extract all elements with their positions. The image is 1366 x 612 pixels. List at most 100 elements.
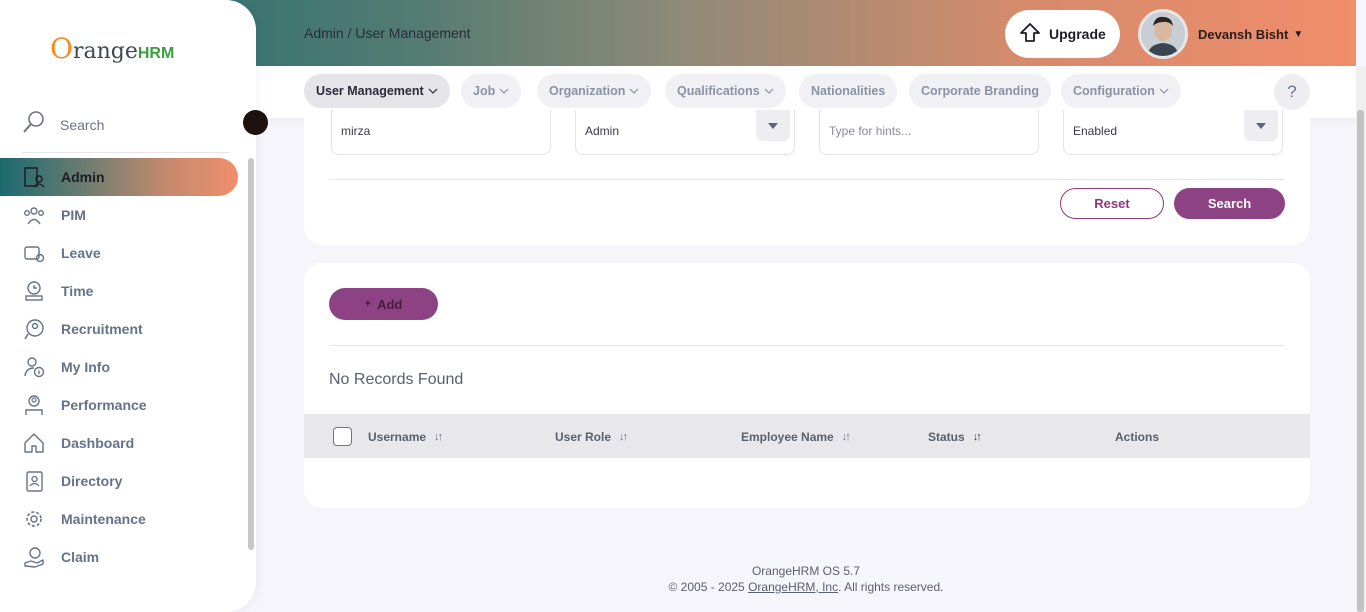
collapse-sidebar-button[interactable]	[243, 110, 268, 135]
add-label: Add	[377, 296, 403, 312]
sidebar-item-maintenance[interactable]: Maintenance	[0, 500, 238, 538]
sidebar: Orange HRM Search Admin PIM Leave Time Re…	[0, 0, 268, 612]
orangehrm-link[interactable]: OrangeHRM, Inc	[748, 580, 838, 594]
reset-button[interactable]: Reset	[1060, 188, 1164, 219]
dropdown-arrow-icon[interactable]	[756, 110, 790, 141]
column-label: Status	[928, 430, 965, 444]
column-label: User Role	[555, 430, 612, 444]
user-role-value: Admin	[585, 124, 620, 138]
chevron-down-icon	[499, 86, 509, 96]
status-select[interactable]: Enabled	[1063, 110, 1283, 155]
sidebar-item-pim[interactable]: PIM	[0, 196, 238, 234]
sidebar-item-claim[interactable]: Claim	[0, 538, 238, 576]
tab-qualifications[interactable]: Qualifications	[665, 74, 786, 108]
user-dropdown[interactable]: Devansh Bisht ▼	[1136, 7, 1310, 61]
chevron-down-icon	[1159, 86, 1169, 96]
column-status[interactable]: Status ↓↑	[928, 430, 982, 444]
tab-job[interactable]: Job	[461, 74, 522, 108]
chevron-down-icon	[764, 86, 774, 96]
logo-o: O	[50, 32, 73, 65]
sidebar-item-label: Maintenance	[61, 511, 146, 527]
performance-icon	[22, 393, 46, 417]
add-button[interactable]: + Add	[329, 288, 438, 320]
upgrade-label: Upgrade	[1049, 26, 1106, 42]
my-info-icon	[22, 355, 46, 379]
sidebar-item-directory[interactable]: Directory	[0, 462, 238, 500]
search-button[interactable]: Search	[1174, 188, 1285, 219]
tab-label: Corporate Branding	[921, 84, 1040, 98]
sidebar-item-admin[interactable]: Admin	[0, 158, 238, 196]
sidebar-item-label: PIM	[61, 207, 86, 223]
sidebar-item-performance[interactable]: Performance	[0, 386, 238, 424]
sidebar-item-label: Leave	[61, 245, 101, 261]
search-label: Search	[60, 116, 105, 133]
user-name: Devansh Bisht	[1198, 26, 1289, 42]
column-label: Employee Name	[741, 430, 834, 444]
sidebar-item-leave[interactable]: Leave	[0, 234, 238, 272]
upgrade-arrow-icon	[1019, 22, 1041, 47]
sidebar-item-label: Admin	[61, 169, 105, 185]
column-actions: Actions	[1115, 430, 1159, 444]
user-role-select[interactable]: Admin	[575, 110, 795, 155]
sidebar-item-label: Directory	[61, 473, 123, 489]
column-employee-name[interactable]: Employee Name ↓↑	[741, 430, 851, 444]
sidebar-item-recruitment[interactable]: Recruitment	[0, 310, 238, 348]
employee-name-input[interactable]: Type for hints...	[819, 110, 1039, 155]
table-header: Username ↓↑ User Role ↓↑ Employee Name ↓…	[304, 414, 1310, 458]
maintenance-icon	[22, 507, 46, 531]
sidebar-search[interactable]: Search	[22, 110, 104, 139]
username-input[interactable]: mirza	[331, 110, 551, 155]
sort-icon[interactable]: ↓↑	[973, 431, 982, 443]
help-button[interactable]: ?	[1274, 74, 1310, 110]
tab-label: User Management	[316, 84, 424, 98]
tab-label: Organization	[549, 84, 626, 98]
tab-label: Job	[473, 84, 496, 98]
copyright-prefix: © 2005 - 2025	[668, 580, 749, 594]
logo-hrm: HRM	[137, 45, 175, 62]
tab-nationalities[interactable]: Nationalities	[799, 74, 898, 108]
plus-icon: +	[364, 298, 372, 310]
tab-user-management[interactable]: User Management	[304, 74, 450, 108]
orangehrm-logo[interactable]: Orange HRM	[50, 32, 174, 65]
upgrade-button[interactable]: Upgrade	[1005, 10, 1120, 58]
records-card: + Add No Records Found Username ↓↑ User …	[304, 263, 1310, 508]
claim-icon	[22, 545, 46, 569]
caret-down-icon: ▼	[1293, 28, 1304, 40]
status-value: Enabled	[1073, 124, 1118, 138]
tab-organization[interactable]: Organization	[537, 74, 652, 108]
pim-icon	[22, 203, 46, 227]
sidebar-item-label: Claim	[61, 549, 100, 565]
sidebar-item-label: Performance	[61, 397, 147, 413]
search-icon	[22, 110, 46, 139]
avatar	[1138, 9, 1188, 59]
tab-configuration[interactable]: Configuration	[1061, 74, 1181, 108]
sort-icon[interactable]: ↓↑	[434, 431, 443, 443]
time-icon	[22, 279, 46, 303]
admin-icon	[22, 165, 46, 189]
chevron-down-icon	[629, 86, 639, 96]
column-username[interactable]: Username ↓↑	[368, 430, 443, 444]
tab-corporate-branding[interactable]: Corporate Branding	[909, 74, 1052, 108]
sidebar-item-label: Time	[61, 283, 94, 299]
sidebar-item-time[interactable]: Time	[0, 272, 238, 310]
divider	[329, 179, 1285, 180]
page-scrollbar-thumb[interactable]	[1357, 110, 1364, 612]
tab-label: Configuration	[1073, 84, 1155, 98]
sort-icon[interactable]: ↓↑	[619, 431, 628, 443]
recruitment-icon	[22, 317, 46, 341]
leave-icon	[22, 241, 46, 265]
sidebar-item-label: Recruitment	[61, 321, 143, 337]
sidebar-item-label: My Info	[61, 359, 110, 375]
sidebar-scrollbar[interactable]	[248, 158, 254, 550]
sidebar-item-dashboard[interactable]: Dashboard	[0, 424, 238, 462]
no-records-message: No Records Found	[329, 371, 464, 388]
sort-icon[interactable]: ↓↑	[842, 431, 851, 443]
divider	[329, 345, 1285, 346]
column-user-role[interactable]: User Role ↓↑	[555, 430, 628, 444]
divider	[22, 152, 230, 153]
dropdown-arrow-icon[interactable]	[1244, 110, 1278, 141]
breadcrumb: Admin / User Management	[304, 25, 471, 41]
select-all-checkbox[interactable]	[333, 427, 352, 446]
sidebar-item-my-info[interactable]: My Info	[0, 348, 238, 386]
sidebar-item-label: Dashboard	[61, 435, 135, 451]
